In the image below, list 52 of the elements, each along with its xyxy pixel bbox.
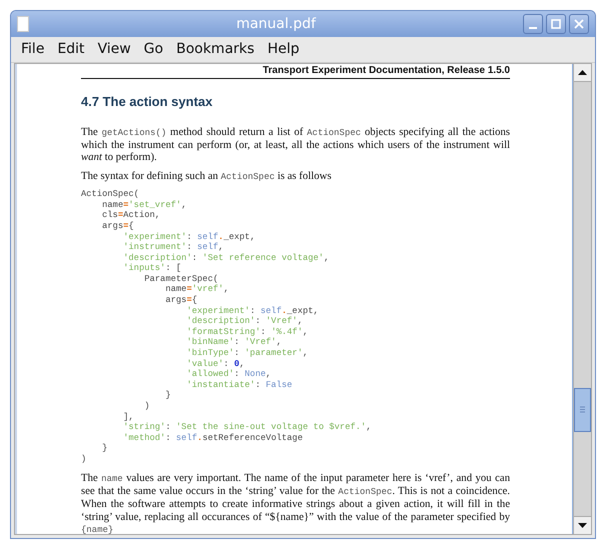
code-line: 'binType': 'parameter', [186, 348, 308, 359]
scrollbar-thumb[interactable] [574, 388, 591, 432]
window-title: manual.pdf [236, 14, 316, 34]
menu-item[interactable]: Help [267, 39, 300, 60]
code-line: 'string': 'Set the sine-out voltage to $vref.', [122, 422, 372, 433]
code-line: args={ [164, 295, 198, 306]
code-line: 'allowed': None, [186, 369, 272, 380]
paragraph: The name values are very important. The name of the input parameter here is ‘vref’, and you can see that the same value occurs in the ‘string’ value for the ActionSpec. This is not a coincidence. When the software attempts to create informative strings about a given action, it will fill in the ‘string’ value, replacing all occurances of “${name}” with the value of the parameter specified by {name} [81, 472, 510, 534]
maximize-button[interactable] [546, 14, 566, 34]
running-header: Transport Experiment Documentation, Release 1.5.0 [262, 65, 510, 77]
code-line: cls=Action, [101, 210, 160, 221]
code-line: 'description': 'Set reference voltage', [122, 252, 330, 264]
code-line: } [164, 390, 171, 401]
code-line: ) [143, 401, 150, 412]
code-line: 'formatString': '%.4f', [186, 326, 308, 338]
code-line: 'binName': 'Vref', [186, 337, 282, 348]
up-arrow-icon [578, 70, 587, 75]
document-icon [17, 16, 29, 32]
grip-icon [580, 406, 585, 414]
code-line: ], [122, 412, 134, 422]
menu-item[interactable]: Go [144, 39, 164, 60]
code-line: 'inputs': [ [122, 263, 182, 274]
code-line: 'experiment': self._expt, [186, 306, 319, 316]
section-heading: 4.7 The action syntax [81, 93, 214, 111]
scroll-down-button[interactable] [574, 516, 591, 534]
minimize-button[interactable] [523, 14, 543, 34]
code-line: name='vref', [164, 284, 229, 296]
code-line: 'experiment': self._expt, [122, 232, 256, 242]
minimize-icon [529, 27, 537, 29]
down-arrow-icon [578, 523, 587, 528]
code-line: 'instrument': self, [122, 242, 224, 253]
code-line: 'method': self.setReferenceVoltage [122, 432, 303, 444]
code-line: args={ [101, 220, 134, 232]
scroll-up-button[interactable] [574, 64, 591, 82]
code-line: 'value': 0, [186, 358, 245, 370]
close-icon [574, 19, 584, 29]
code-line: } [101, 443, 108, 454]
code-line: name='set_vref', [101, 200, 187, 210]
code-line: ParameterSpec( [143, 274, 218, 284]
paragraph: The syntax for defining such an ActionSpec is as follows [81, 170, 332, 184]
close-button[interactable] [569, 14, 589, 34]
code-line: ActionSpec( [81, 189, 140, 200]
paragraph: The getActions() method should return a list of ActionSpec objects specifying all the actions which the instrument can perform (or, at least, all the actions which users of the instrument will want to perform). [81, 126, 510, 164]
code-line: 'description': 'Vref', [186, 316, 303, 327]
code-line: ) [81, 454, 86, 465]
maximize-icon [551, 19, 561, 29]
scrollbar[interactable] [573, 64, 591, 534]
menu-item[interactable]: Bookmarks [176, 39, 254, 60]
menu-item[interactable]: View [98, 39, 131, 60]
menu-item[interactable]: File [21, 39, 44, 60]
code-line: 'instantiate': False [186, 380, 292, 390]
menu-item[interactable]: Edit [57, 39, 85, 60]
